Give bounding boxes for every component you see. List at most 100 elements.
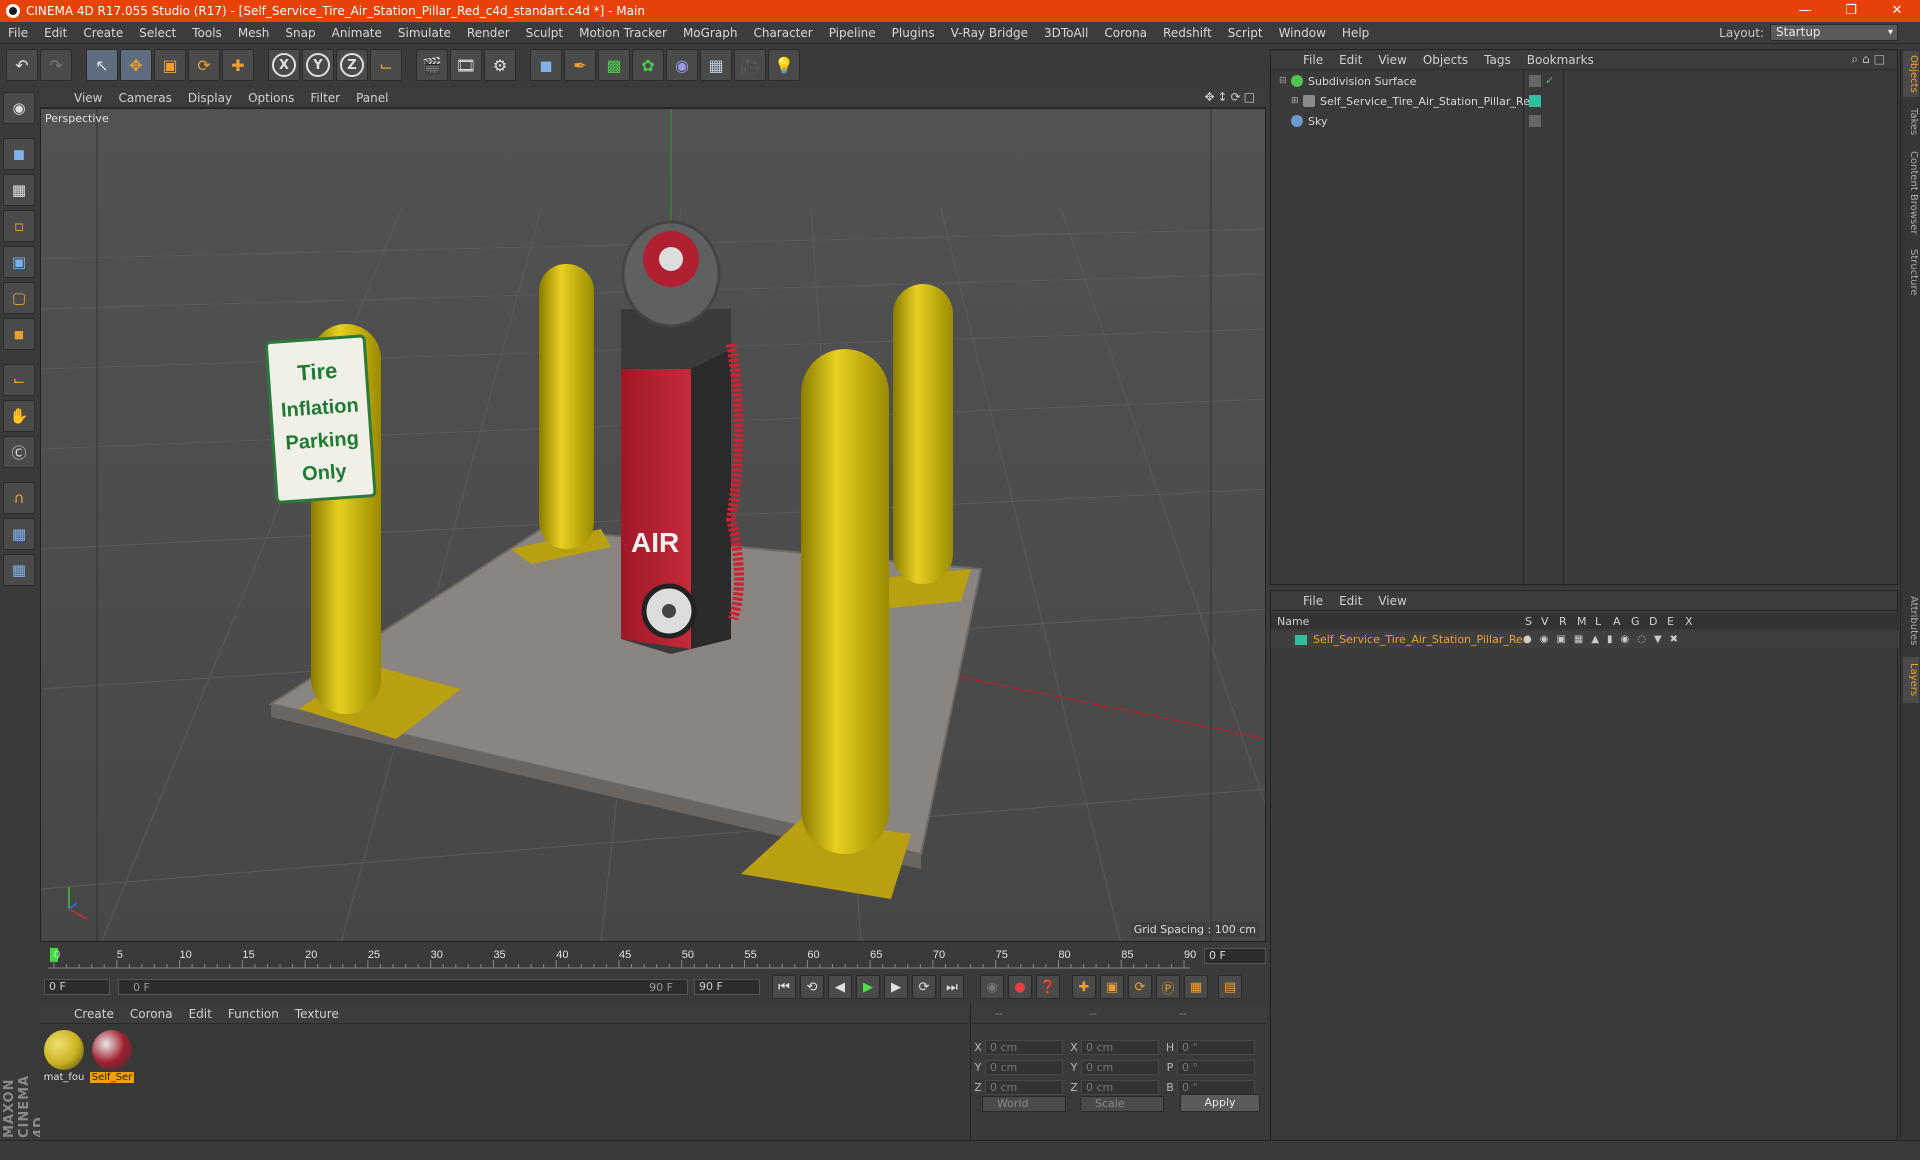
spline-pen-icon[interactable]: ✒ bbox=[564, 49, 596, 81]
end-frame-field[interactable]: 90 F bbox=[694, 979, 760, 995]
close-button[interactable]: ✕ bbox=[1874, 0, 1920, 22]
autokey-icon[interactable]: ❓ bbox=[1036, 975, 1060, 999]
record-active-icon[interactable]: ● bbox=[1008, 975, 1032, 999]
menu-motion-tracker[interactable]: Motion Tracker bbox=[571, 26, 675, 40]
menu-script[interactable]: Script bbox=[1220, 26, 1271, 40]
frame-range-slider[interactable]: 0 F 90 F bbox=[118, 979, 688, 995]
minimize-button[interactable]: — bbox=[1782, 0, 1828, 22]
scale-tool-icon[interactable]: ▣ bbox=[154, 49, 186, 81]
menu-character[interactable]: Character bbox=[745, 26, 820, 40]
layer-color-tag[interactable] bbox=[1529, 95, 1541, 107]
tab-objects[interactable]: Objects bbox=[1903, 51, 1919, 97]
menu-3dtoall[interactable]: 3DToAll bbox=[1036, 26, 1096, 40]
material-menu-corona[interactable]: Corona bbox=[122, 1007, 181, 1021]
cube-primitive-icon[interactable]: ◼ bbox=[530, 49, 562, 81]
rotation-h-field[interactable]: 0 ° bbox=[1177, 1039, 1255, 1055]
layer-flag-icons[interactable]: ●◉▣▦▲▮◉◌▼✖ bbox=[1523, 634, 1686, 645]
objects-menu-tags[interactable]: Tags bbox=[1476, 53, 1519, 67]
menu-snap[interactable]: Snap bbox=[277, 26, 323, 40]
magnet-snap-icon[interactable]: ∩ bbox=[3, 482, 35, 514]
texture-mode-icon[interactable]: ▦ bbox=[3, 174, 35, 206]
material-menu-function[interactable]: Function bbox=[220, 1007, 287, 1021]
model-mode-icon[interactable]: ◼ bbox=[3, 138, 35, 170]
objects-menu-edit[interactable]: Edit bbox=[1331, 53, 1370, 67]
menu-render[interactable]: Render bbox=[459, 26, 518, 40]
menu-edit[interactable]: Edit bbox=[36, 26, 75, 40]
redo-icon[interactable]: ↷ bbox=[40, 49, 72, 81]
menu-select[interactable]: Select bbox=[131, 26, 184, 40]
material-menu-texture[interactable]: Texture bbox=[287, 1007, 347, 1021]
objects-menu-view[interactable]: View bbox=[1370, 53, 1414, 67]
make-editable-icon[interactable]: ◉ bbox=[3, 92, 35, 124]
object-row[interactable]: ⊞ Self_Service_Tire_Air_Station_Pillar_R… bbox=[1271, 92, 1899, 110]
render-view-icon[interactable]: 🎬 bbox=[416, 49, 448, 81]
undo-icon[interactable]: ↶ bbox=[6, 49, 38, 81]
objects-menu-bookmarks[interactable]: Bookmarks bbox=[1519, 53, 1602, 67]
perspective-viewport[interactable]: AIR Tire Inflation Parking Only Perspect… bbox=[40, 108, 1266, 942]
object-row[interactable]: ⊟ Subdivision Surface bbox=[1271, 72, 1899, 90]
points-mode-icon[interactable]: ▣ bbox=[3, 246, 35, 278]
move-tool-icon[interactable]: ✥ bbox=[120, 49, 152, 81]
layer-row[interactable]: Self_Service_Tire_Air_Station_Pillar_Red… bbox=[1271, 631, 1899, 648]
start-frame-field[interactable]: 0 F bbox=[44, 979, 110, 995]
render-picture-viewer-icon[interactable]: 🎞 bbox=[450, 49, 482, 81]
go-to-end-icon[interactable]: ⏭ bbox=[940, 975, 964, 999]
next-frame-icon[interactable]: ▶ bbox=[884, 975, 908, 999]
live-selection-icon[interactable]: ↖ bbox=[86, 49, 118, 81]
viewport-menu-cameras[interactable]: Cameras bbox=[110, 91, 179, 105]
objects-menu-objects[interactable]: Objects bbox=[1415, 53, 1476, 67]
tweak-mode-icon[interactable]: ✋ bbox=[3, 400, 35, 432]
menu-sculpt[interactable]: Sculpt bbox=[518, 26, 571, 40]
edges-mode-icon[interactable]: ▢ bbox=[3, 282, 35, 314]
apply-button[interactable]: Apply bbox=[1180, 1094, 1260, 1112]
menu-simulate[interactable]: Simulate bbox=[390, 26, 459, 40]
menu-pipeline[interactable]: Pipeline bbox=[821, 26, 884, 40]
menu-vray-bridge[interactable]: V-Ray Bridge bbox=[943, 26, 1036, 40]
menu-mograph[interactable]: MoGraph bbox=[675, 26, 746, 40]
rotation-b-field[interactable]: 0 ° bbox=[1177, 1079, 1255, 1095]
tab-takes[interactable]: Takes bbox=[1903, 101, 1919, 143]
objects-menu-file[interactable]: File bbox=[1295, 53, 1331, 67]
play-icon[interactable]: ▶ bbox=[856, 975, 880, 999]
viewport-menu-panel[interactable]: Panel bbox=[348, 91, 396, 105]
array-mograph-icon[interactable]: ✿ bbox=[632, 49, 664, 81]
menu-corona[interactable]: Corona bbox=[1096, 26, 1155, 40]
subdivision-generator-icon[interactable]: ▩ bbox=[598, 49, 630, 81]
material-menu-create[interactable]: Create bbox=[66, 1007, 122, 1021]
visibility-toggle-icon[interactable] bbox=[1529, 75, 1541, 87]
planar-workplane-icon[interactable]: ▦ bbox=[3, 554, 35, 586]
camera-icon[interactable]: 🎥 bbox=[734, 49, 766, 81]
coordinate-system-icon[interactable]: ⌙ bbox=[370, 49, 402, 81]
viewport-menu-display[interactable]: Display bbox=[180, 91, 240, 105]
key-position-icon[interactable]: ✚ bbox=[1072, 975, 1096, 999]
visibility-toggle-icon[interactable] bbox=[1529, 115, 1541, 127]
layer-color-swatch[interactable] bbox=[1295, 634, 1307, 645]
menu-file[interactable]: File bbox=[0, 26, 36, 40]
position-x-field[interactable]: 0 cm bbox=[985, 1039, 1063, 1055]
previous-key-icon[interactable]: ⟲ bbox=[800, 975, 824, 999]
key-rotation-icon[interactable]: ⟳ bbox=[1128, 975, 1152, 999]
viewport-menu-options[interactable]: Options bbox=[240, 91, 302, 105]
tab-content-browser[interactable]: Content Browser bbox=[1903, 147, 1919, 239]
position-z-field[interactable]: 0 cm bbox=[985, 1079, 1063, 1095]
objects-search-icons[interactable]: ⌕⌂□ bbox=[1851, 52, 1889, 67]
tab-attributes[interactable]: Attributes bbox=[1903, 589, 1919, 653]
coordinate-space-dropdown[interactable]: World bbox=[982, 1096, 1066, 1112]
light-bulb-icon[interactable]: 💡 bbox=[768, 49, 800, 81]
menu-animate[interactable]: Animate bbox=[324, 26, 390, 40]
layers-menu-view[interactable]: View bbox=[1370, 594, 1414, 608]
key-pla-icon[interactable]: ▦ bbox=[1184, 975, 1208, 999]
floor-scene-icon[interactable]: ▦ bbox=[700, 49, 732, 81]
deformer-icon[interactable]: ◉ bbox=[666, 49, 698, 81]
viewport-menu-view[interactable]: View bbox=[66, 91, 110, 105]
z-axis-lock-icon[interactable]: Z bbox=[336, 49, 368, 81]
y-axis-lock-icon[interactable]: Y bbox=[302, 49, 334, 81]
menu-redshift[interactable]: Redshift bbox=[1155, 26, 1220, 40]
menu-tools[interactable]: Tools bbox=[184, 26, 230, 40]
recent-tool-icon[interactable]: ✚ bbox=[222, 49, 254, 81]
collapse-icon[interactable]: ⊟ bbox=[1279, 76, 1291, 86]
viewport-menu-filter[interactable]: Filter bbox=[302, 91, 348, 105]
object-row[interactable]: Sky bbox=[1271, 112, 1899, 130]
next-key-icon[interactable]: ⟳ bbox=[912, 975, 936, 999]
workplane-lock-icon[interactable]: ▦ bbox=[3, 518, 35, 550]
